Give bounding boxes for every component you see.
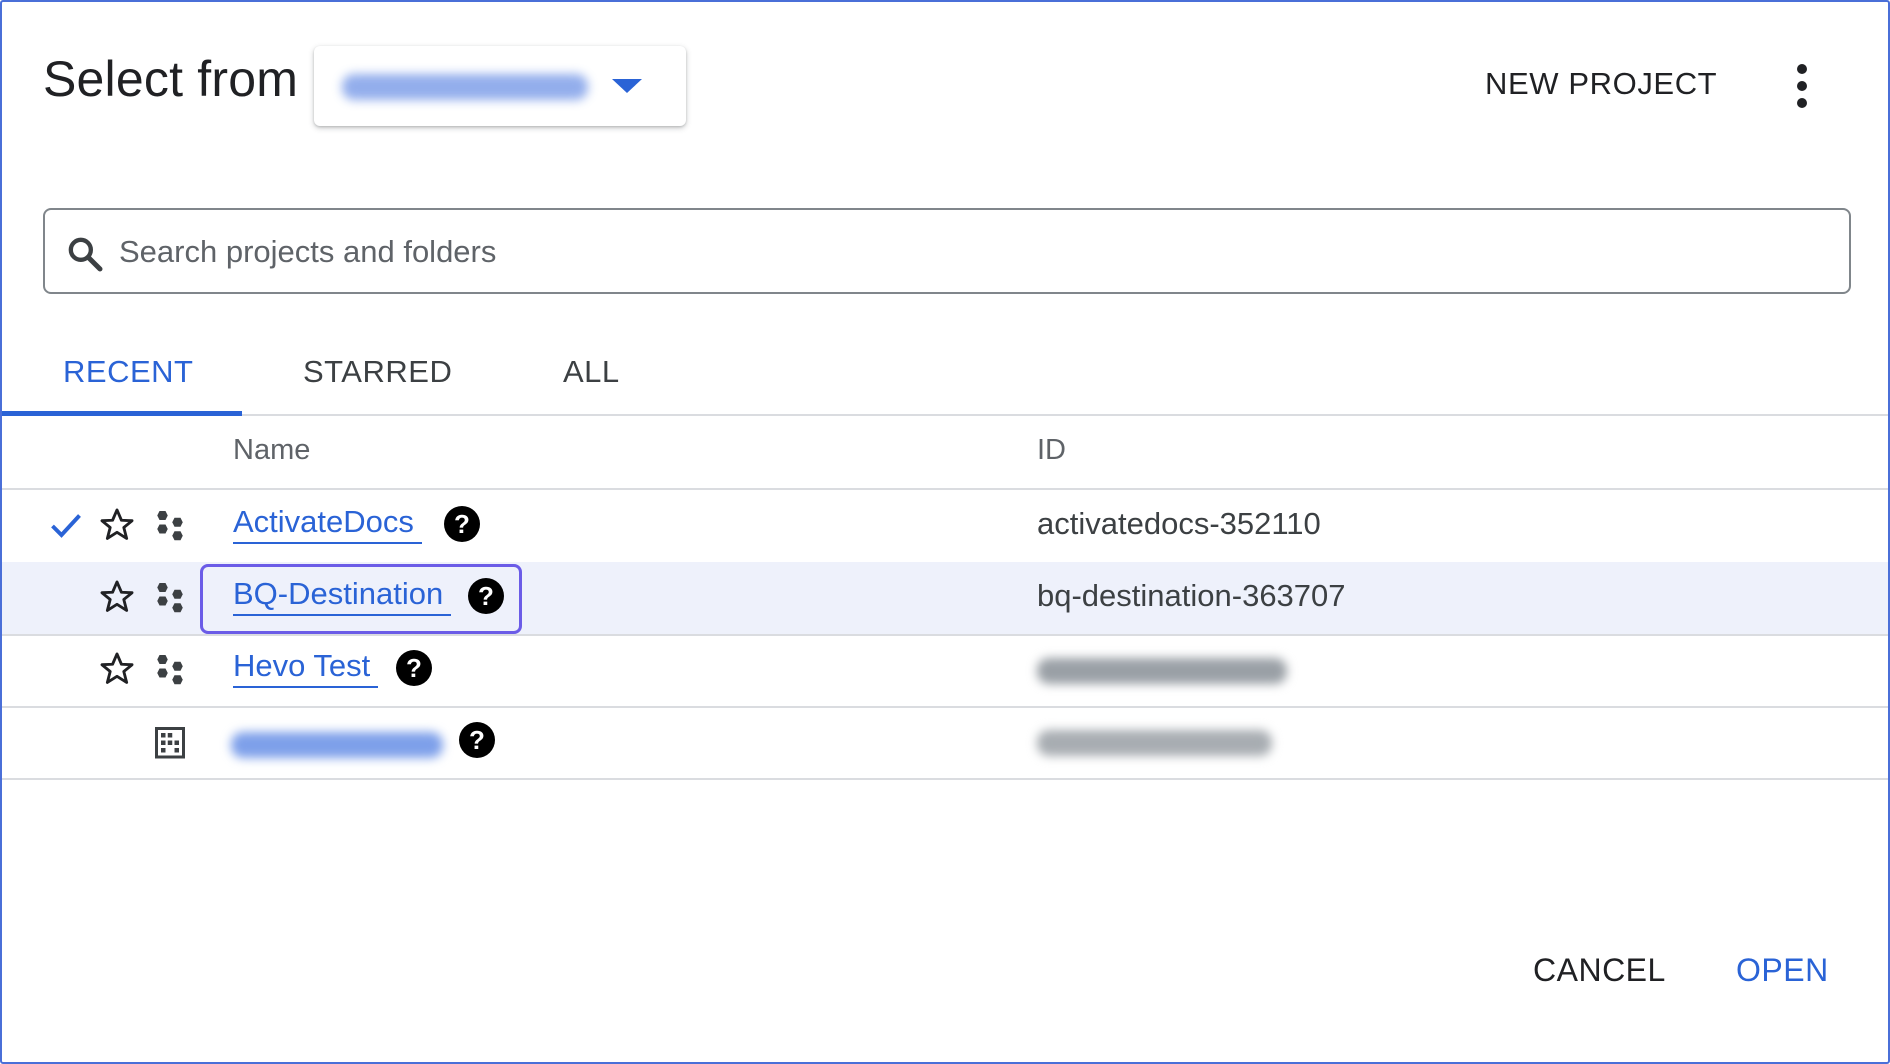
tab-recent[interactable]: RECENT [63, 354, 193, 390]
table-row[interactable]: Hevo Test ? [2, 634, 1888, 708]
project-id: bq-destination-363707 [1037, 578, 1346, 613]
project-icon [157, 655, 183, 685]
search-box [43, 208, 1851, 294]
table-row[interactable]: ? [2, 706, 1888, 780]
dialog-title: Select from [43, 51, 299, 107]
tab-starred[interactable]: STARRED [303, 354, 452, 390]
column-header-name: Name [233, 434, 311, 466]
table-row[interactable]: BQ-Destination ? bq-destination-363707 [2, 562, 1888, 636]
column-header-id: ID [1037, 434, 1066, 466]
star-outline-icon[interactable] [98, 578, 136, 616]
table-header: Name ID [2, 416, 1888, 490]
project-name-link[interactable]: ActivateDocs [233, 504, 422, 544]
help-icon[interactable]: ? [468, 578, 504, 614]
organization-building-icon [155, 727, 185, 759]
caret-down-icon [612, 79, 642, 93]
organization-id-redacted [1037, 730, 1272, 756]
more-vert-icon[interactable] [1782, 62, 1822, 110]
organization-selector[interactable] [314, 46, 686, 126]
star-outline-icon[interactable] [98, 506, 136, 544]
help-icon[interactable]: ? [459, 722, 495, 758]
new-project-button[interactable]: NEW PROJECT [1485, 66, 1717, 102]
project-name-link[interactable]: Hevo Test [233, 648, 379, 688]
tab-bar: RECENT STARRED ALL [2, 342, 1888, 416]
project-icon [157, 511, 183, 541]
open-button[interactable]: OPEN [1736, 952, 1829, 989]
select-project-dialog: Select from NEW PROJECT RECENT STARRED A… [0, 0, 1890, 1064]
project-name-link[interactable]: BQ-Destination [233, 576, 452, 616]
search-input[interactable] [117, 226, 1821, 278]
star-outline-icon[interactable] [98, 650, 136, 688]
tab-all[interactable]: ALL [563, 354, 620, 390]
search-icon [68, 237, 103, 272]
help-icon[interactable]: ? [396, 650, 432, 686]
organization-name-redacted[interactable] [231, 732, 443, 758]
help-icon[interactable]: ? [444, 506, 480, 542]
project-id: activatedocs-352110 [1037, 506, 1321, 541]
organization-name-redacted [342, 74, 588, 100]
project-icon [157, 583, 183, 613]
check-icon [51, 514, 81, 538]
table-row[interactable]: ActivateDocs ? activatedocs-352110 [2, 490, 1888, 564]
cancel-button[interactable]: CANCEL [1533, 952, 1666, 989]
project-id-redacted [1037, 658, 1287, 684]
